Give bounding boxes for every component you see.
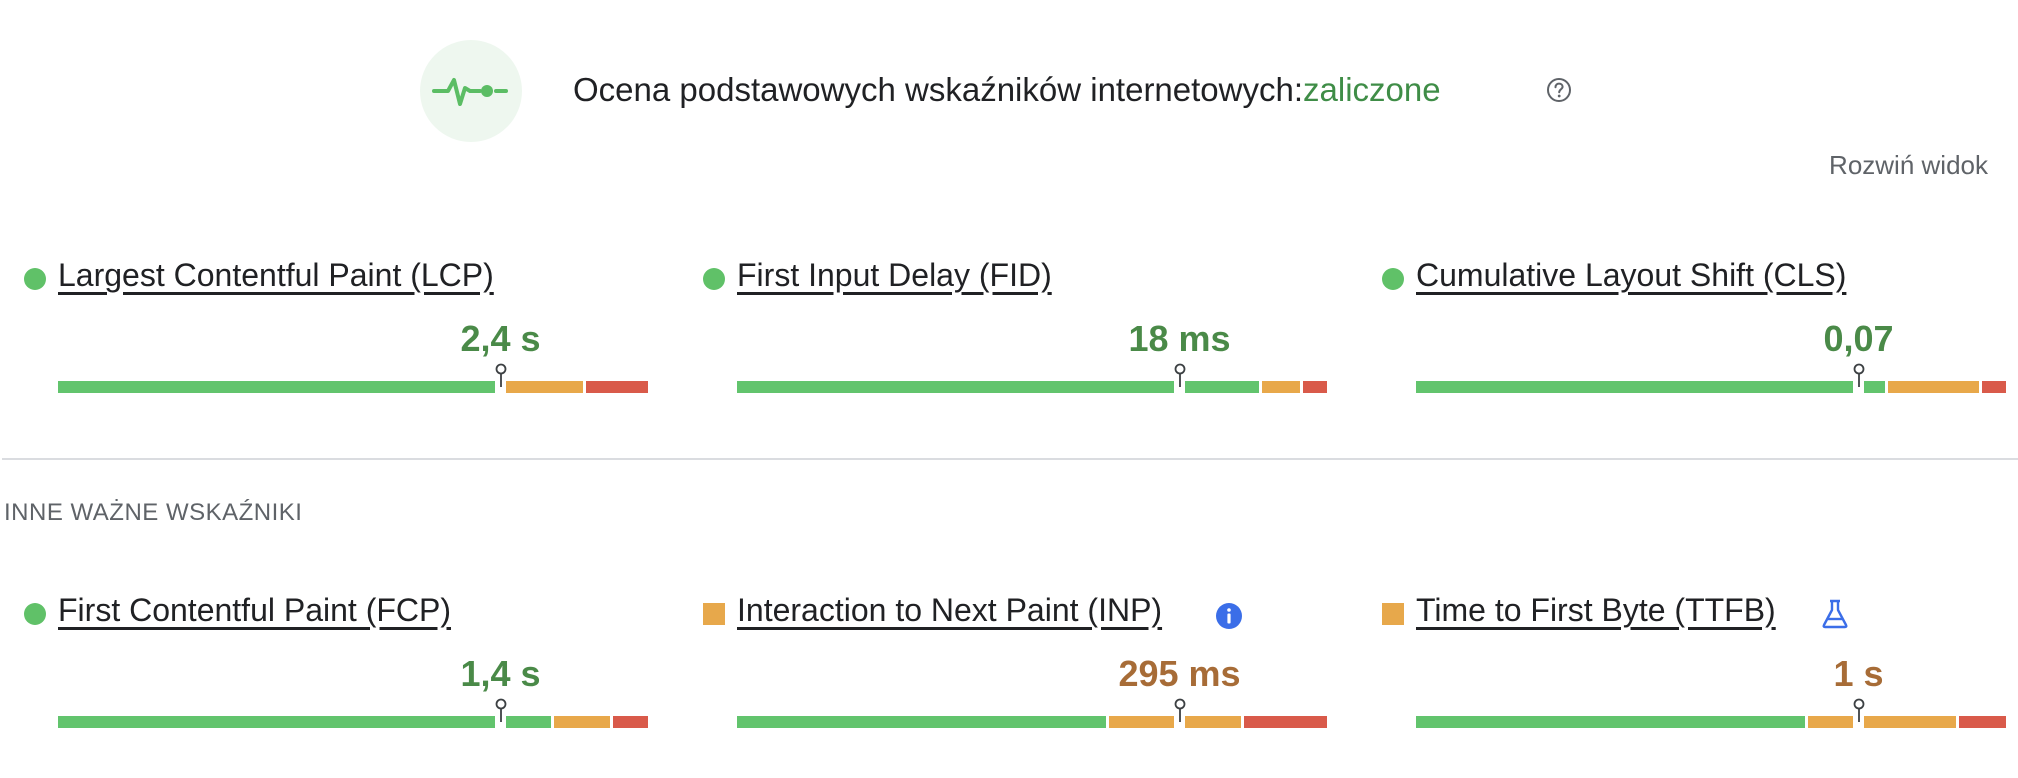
percentile-marker-icon: [1173, 698, 1187, 722]
distribution-bar-segment: [1808, 716, 1853, 728]
distribution-bar-segment: [1958, 716, 2006, 728]
metric-card: Interaction to Next Paint (INP) 295 ms: [703, 590, 1327, 750]
distribution-bar-segment: [506, 381, 584, 393]
distribution-bar-segment: [737, 716, 1106, 728]
assessment-title: Ocena podstawowych wskaźników internetow…: [573, 71, 1304, 108]
distribution-bar-segment: [737, 381, 1174, 393]
expand-view-link[interactable]: Rozwiń widok: [1829, 150, 1988, 180]
distribution-bar-segment: [553, 716, 610, 728]
section-title-other-metrics: INNE WAŻNE WSKAŹNIKI: [4, 499, 303, 526]
distribution-bar-segment: [1244, 716, 1327, 728]
distribution-bar-segment: [1864, 381, 1886, 393]
metric-value: 0,07: [1823, 318, 1894, 359]
needs-improvement-square-icon: [1382, 603, 1404, 625]
info-icon[interactable]: [1215, 602, 1243, 630]
distribution-bar-segment: [1303, 381, 1327, 393]
good-rating-dot-icon: [1382, 268, 1404, 290]
divider: [2, 458, 2018, 460]
metric-name-link[interactable]: First Input Delay (FID): [737, 255, 1052, 295]
distribution-bar-segment: [58, 716, 495, 728]
distribution-bar: [58, 716, 648, 728]
distribution-bar-segment: [1185, 716, 1242, 728]
distribution-bar: [58, 381, 648, 393]
distribution-bar-segment: [58, 381, 495, 393]
percentile-marker-icon: [1852, 698, 1866, 722]
assessment-status: zaliczone: [1303, 71, 1441, 108]
distribution-bar-segment: [1108, 716, 1174, 728]
distribution-bar-segment: [612, 716, 648, 728]
distribution-bar: [1416, 381, 2006, 393]
metric-value: 1,4 s: [460, 653, 541, 694]
distribution-bar-segment: [506, 716, 551, 728]
percentile-marker-icon: [1173, 363, 1187, 387]
percentile-marker-icon: [494, 363, 508, 387]
metric-name-link[interactable]: Cumulative Layout Shift (CLS): [1416, 255, 1846, 295]
metric-card: First Input Delay (FID) 18 ms: [703, 255, 1327, 415]
distribution-bar-segment: [1416, 716, 1806, 728]
pulse-icon: [420, 40, 522, 142]
distribution-bar-segment: [1982, 381, 2006, 393]
metric-card: Largest Contentful Paint (LCP) 2,4 s: [24, 255, 648, 415]
flask-icon[interactable]: [1820, 598, 1850, 630]
metric-name-link[interactable]: Interaction to Next Paint (INP): [737, 590, 1162, 630]
metric-name-link[interactable]: First Contentful Paint (FCP): [58, 590, 451, 630]
distribution-bar-segment: [1864, 716, 1956, 728]
metric-value: 295 ms: [1118, 653, 1241, 694]
distribution-bar: [1416, 716, 2006, 728]
metric-card: Cumulative Layout Shift (CLS) 0,07: [1382, 255, 2006, 415]
metric-value: 1 s: [1833, 653, 1884, 694]
distribution-bar-segment: [586, 381, 648, 393]
percentile-marker-icon: [494, 698, 508, 722]
distribution-bar: [737, 381, 1327, 393]
distribution-bar-segment: [1262, 381, 1301, 393]
good-rating-dot-icon: [703, 268, 725, 290]
metric-name-link[interactable]: Largest Contentful Paint (LCP): [58, 255, 494, 295]
metric-card: First Contentful Paint (FCP) 1,4 s: [24, 590, 648, 750]
percentile-marker-icon: [1852, 363, 1866, 387]
distribution-bar-segment: [1888, 381, 1980, 393]
good-rating-dot-icon: [24, 268, 46, 290]
distribution-bar-segment: [1416, 381, 1853, 393]
metric-card: Time to First Byte (TTFB) 1 s: [1382, 590, 2006, 750]
metric-name-link[interactable]: Time to First Byte (TTFB): [1416, 590, 1776, 630]
good-rating-dot-icon: [24, 603, 46, 625]
distribution-bar: [737, 716, 1327, 728]
distribution-bar-segment: [1185, 381, 1260, 393]
metric-value: 2,4 s: [460, 318, 541, 359]
assessment-heading: Ocena podstawowych wskaźników internetow…: [573, 70, 1441, 110]
needs-improvement-square-icon: [703, 603, 725, 625]
question-circle-icon[interactable]: [1546, 77, 1572, 103]
metric-value: 18 ms: [1128, 318, 1231, 359]
